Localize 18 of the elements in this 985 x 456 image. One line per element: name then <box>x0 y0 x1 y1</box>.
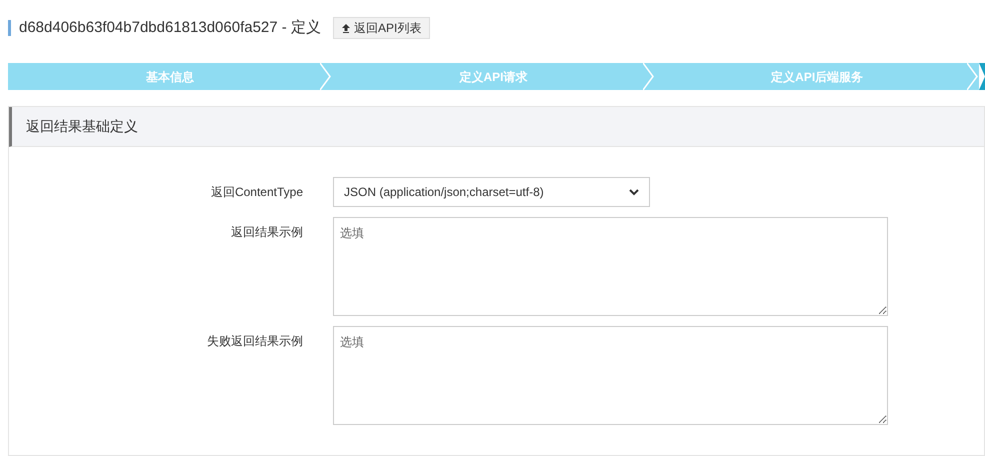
section-title: 返回结果基础定义 <box>26 117 138 136</box>
page-title: d68d406b63f04b7dbd61813d060fa527 - 定义 <box>19 18 321 38</box>
chevron-divider-icon <box>967 63 980 90</box>
field-label: 失败返回结果示例 <box>206 333 303 350</box>
chevron-divider-icon <box>643 63 656 90</box>
upload-arrow-icon <box>342 24 350 32</box>
chevron-down-icon <box>629 188 639 196</box>
back-button[interactable]: 返回API列表 <box>332 17 430 39</box>
step-segment <box>979 63 985 90</box>
field-label: 返回ContentType <box>210 184 303 201</box>
textarea-field[interactable]: 选填 <box>333 217 888 316</box>
textarea-field[interactable]: 选填 <box>333 326 888 425</box>
step-tab[interactable]: 定义API后端服务 <box>655 63 980 90</box>
step-tab[interactable]: 基本信息 <box>8 63 332 90</box>
chevron-divider-icon <box>320 63 332 90</box>
field-label: 返回结果示例 <box>230 224 303 241</box>
content-type-select[interactable]: JSON (application/json;charset=utf-8) <box>333 177 650 207</box>
step-tab[interactable]: 定义API请求 <box>332 63 656 90</box>
